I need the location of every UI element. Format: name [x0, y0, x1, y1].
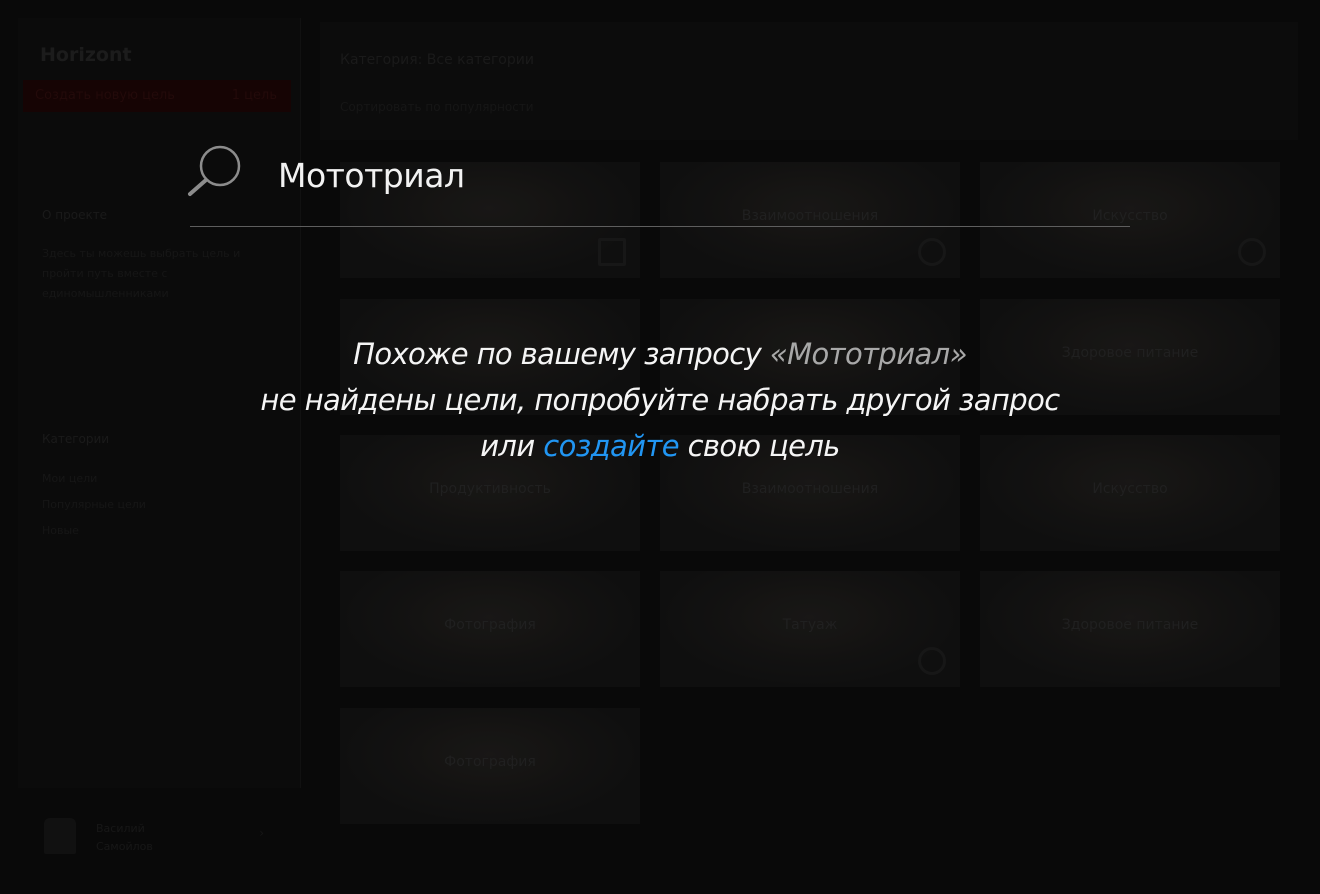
create-goal-link[interactable]: создайте — [543, 429, 679, 463]
search-input[interactable] — [278, 152, 1098, 198]
message-prefix: Похоже по вашему запросу — [353, 337, 770, 371]
message-line-1: Похоже по вашему запросу «Мототриал» — [160, 331, 1160, 377]
message-line-2: не найдены цели, попробуйте набрать друг… — [260, 383, 1060, 417]
message-or: или — [480, 429, 544, 463]
message-line-3: или создайте свою цель — [160, 423, 1160, 469]
no-results-message: Похоже по вашему запросу «Мототриал» не … — [160, 331, 1160, 469]
search-icon — [188, 145, 241, 196]
message-suffix: свою цель — [678, 429, 841, 463]
search-overlay: Похоже по вашему запросу «Мототриал» не … — [0, 0, 1320, 894]
search-underline — [190, 226, 1130, 227]
message-query: «Мототриал» — [769, 337, 968, 371]
page: Horizont Создать новую цель 1 цель О про… — [0, 0, 1320, 894]
